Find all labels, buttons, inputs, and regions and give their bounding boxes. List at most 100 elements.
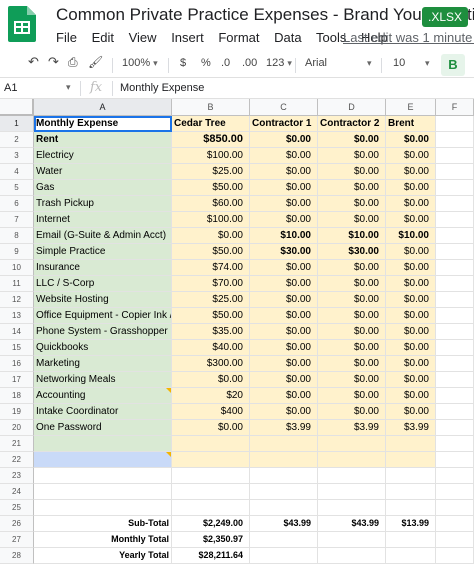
cell-a24[interactable] [34,484,172,500]
cell-e4[interactable]: $0.00 [386,164,436,180]
row-header[interactable]: 17 [0,372,34,388]
cell-c3[interactable]: $0.00 [250,148,318,164]
cell-c21[interactable] [250,436,318,452]
cell-b3[interactable]: $100.00 [172,148,250,164]
increase-decimal-button[interactable]: .00 [242,57,257,69]
cell-b8[interactable]: $0.00 [172,228,250,244]
cell-f27[interactable] [436,532,474,548]
menu-format[interactable]: Format [218,30,259,45]
cell-d9[interactable]: $30.00 [318,244,386,260]
currency-format-button[interactable]: $ [180,57,186,69]
cell-f8[interactable] [436,228,474,244]
cell-b5[interactable]: $50.00 [172,180,250,196]
cell-f16[interactable] [436,356,474,372]
cell-a20[interactable]: One Password [34,420,172,436]
cell-d17[interactable]: $0.00 [318,372,386,388]
cell-c2[interactable]: $0.00 [250,132,318,148]
cell-d4[interactable]: $0.00 [318,164,386,180]
cell-d20[interactable]: $3.99 [318,420,386,436]
menu-file[interactable]: File [56,30,77,45]
cell-f1[interactable] [436,116,474,132]
row-header[interactable]: 13 [0,308,34,324]
column-header-d[interactable]: D [318,99,386,116]
cell-d15[interactable]: $0.00 [318,340,386,356]
cell-e15[interactable]: $0.00 [386,340,436,356]
cell-d12[interactable]: $0.00 [318,292,386,308]
cell-f13[interactable] [436,308,474,324]
column-header-b[interactable]: B [172,99,250,116]
cell-d19[interactable]: $0.00 [318,404,386,420]
cell-b9[interactable]: $50.00 [172,244,250,260]
cell-f25[interactable] [436,500,474,516]
cell-c20[interactable]: $3.99 [250,420,318,436]
cell-f6[interactable] [436,196,474,212]
cell-b13[interactable]: $50.00 [172,308,250,324]
cell-a21[interactable] [34,436,172,452]
cell-c18[interactable]: $0.00 [250,388,318,404]
cell-f26[interactable] [436,516,474,532]
cell-c16[interactable]: $0.00 [250,356,318,372]
cell-f17[interactable] [436,372,474,388]
cell-e9[interactable]: $0.00 [386,244,436,260]
cell-d2[interactable]: $0.00 [318,132,386,148]
row-header[interactable]: 27 [0,532,34,548]
cell-b1[interactable]: Cedar Tree [172,116,250,132]
cell-b2[interactable]: $850.00 [172,132,250,148]
cell-c26[interactable]: $43.99 [250,516,318,532]
cell-f12[interactable] [436,292,474,308]
column-header-c[interactable]: C [250,99,318,116]
row-header[interactable]: 22 [0,452,34,468]
cell-a16[interactable]: Marketing [34,356,172,372]
cell-e27[interactable] [386,532,436,548]
cell-a14[interactable]: Phone System - Grasshopper [34,324,172,340]
cell-b11[interactable]: $70.00 [172,276,250,292]
cell-d18[interactable]: $0.00 [318,388,386,404]
cell-b26[interactable]: $2,249.00 [172,516,250,532]
cell-f23[interactable] [436,468,474,484]
bold-button[interactable]: B [441,54,465,76]
cell-c1[interactable]: Contractor 1 [250,116,318,132]
cell-e7[interactable]: $0.00 [386,212,436,228]
cell-d22[interactable] [318,452,386,468]
font-size-chevron-icon[interactable]: ▾ [425,58,430,69]
row-header[interactable]: 18 [0,388,34,404]
cell-d13[interactable]: $0.00 [318,308,386,324]
last-edit-link[interactable]: Last edit was 1 minute ago [343,30,474,45]
cell-a26[interactable]: Sub-Total [34,516,172,532]
cell-f2[interactable] [436,132,474,148]
cell-b23[interactable] [172,468,250,484]
more-formats-select[interactable]: 123 [266,57,292,69]
cell-e17[interactable]: $0.00 [386,372,436,388]
cell-f22[interactable] [436,452,474,468]
cell-d5[interactable]: $0.00 [318,180,386,196]
row-header[interactable]: 19 [0,404,34,420]
cell-e22[interactable] [386,452,436,468]
cell-d6[interactable]: $0.00 [318,196,386,212]
row-header[interactable]: 1 [0,116,34,132]
cell-c22[interactable] [250,452,318,468]
row-header[interactable]: 25 [0,500,34,516]
name-box-chevron-icon[interactable]: ▾ [66,82,71,93]
cell-c23[interactable] [250,468,318,484]
menu-edit[interactable]: Edit [92,30,114,45]
cell-c9[interactable]: $30.00 [250,244,318,260]
cell-c4[interactable]: $0.00 [250,164,318,180]
select-all-corner[interactable] [0,99,34,116]
cell-b4[interactable]: $25.00 [172,164,250,180]
cell-b20[interactable]: $0.00 [172,420,250,436]
cell-b16[interactable]: $300.00 [172,356,250,372]
menu-insert[interactable]: Insert [171,30,204,45]
cell-e8[interactable]: $10.00 [386,228,436,244]
cell-b18[interactable]: $20 [172,388,250,404]
cell-d27[interactable] [318,532,386,548]
name-box[interactable]: A1 [4,82,74,94]
column-header-f[interactable]: F [436,99,474,116]
cell-a5[interactable]: Gas [34,180,172,196]
cell-a7[interactable]: Internet [34,212,172,228]
cell-b22[interactable] [172,452,250,468]
row-header[interactable]: 24 [0,484,34,500]
row-header[interactable]: 6 [0,196,34,212]
row-header[interactable]: 12 [0,292,34,308]
paint-format-icon[interactable]: 🖌︎ [88,55,103,69]
cell-c6[interactable]: $0.00 [250,196,318,212]
